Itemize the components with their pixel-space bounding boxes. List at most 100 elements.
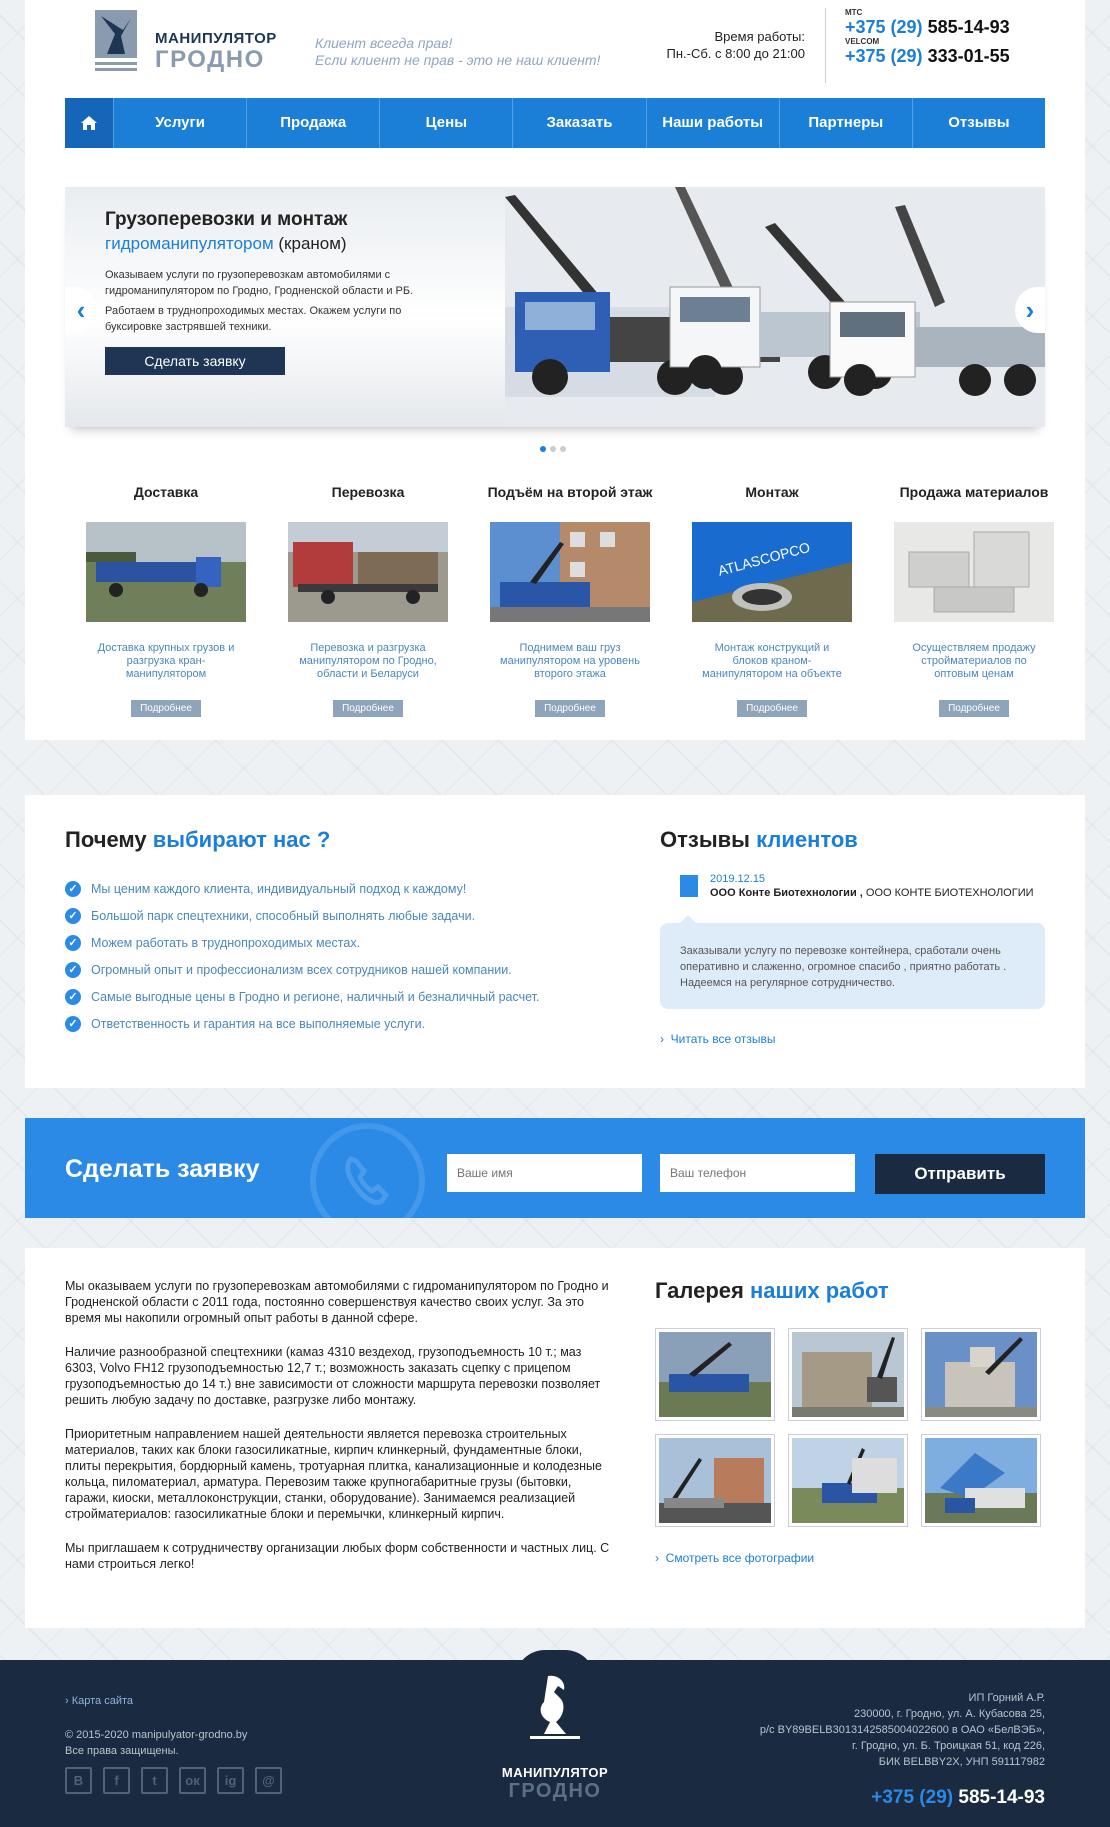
slider-dot[interactable] [550,446,556,452]
facebook-icon[interactable]: f [103,1767,130,1794]
sitemap-link-label: Карта сайта [71,1695,134,1707]
instagram-icon[interactable]: ig [217,1767,244,1794]
why-item-text: Огромный опыт и профессионализм всех сот… [91,962,512,977]
request-title: Сделать заявку [65,1155,260,1183]
review-author-rest: ООО КОНТЕ БИОТЕХНОЛОГИИ [865,887,1034,899]
gallery-photo[interactable] [921,1328,1041,1421]
why-title: Почему выбирают нас ? [65,827,330,853]
odnoklassniki-icon[interactable]: ок [179,1767,206,1794]
nav-item-order[interactable]: Заказать [512,98,645,148]
why-item-text: Можем работать в труднопроходимых местах… [91,935,361,950]
phone-input[interactable] [660,1154,855,1192]
nav-item-reviews[interactable]: Отзывы [911,98,1045,148]
name-input[interactable] [447,1154,642,1192]
service-photo-delivery[interactable] [86,522,246,622]
logo-mark-icon [95,10,137,71]
vk-icon[interactable]: В [65,1767,92,1794]
phone-velcom[interactable]: +375 (29) 333-01-55 [845,46,1010,66]
service-title: Перевозка [331,484,405,500]
nav-item-our-works[interactable]: Наши работы [645,98,779,148]
twitter-icon[interactable]: t [141,1767,168,1794]
footer-phone-code: +375 (29) [871,1787,954,1808]
about-gallery-block: Мы оказываем услуги по грузоперевозкам а… [25,1248,1085,1628]
nav-item-sales[interactable]: Продажа [246,98,379,148]
slide-order-button[interactable]: Сделать заявку [105,347,285,375]
slide-paragraph: Оказываем услуги по грузоперевозкам авто… [105,269,414,297]
document-icon [680,875,698,897]
service-card: Подъём на второй этаж Поднимем ваш груз … [469,484,671,717]
rights-line: Все права защищены. [65,1745,179,1757]
service-card: Перевозка Перевозка и разгрузка манипуля… [267,484,469,717]
service-title: Доставка [133,484,199,500]
service-desc: Осуществляем продажу стройматериалов по … [912,642,1036,680]
nav-item-prices[interactable]: Цены [379,98,512,148]
nav-home[interactable] [65,98,113,148]
logo[interactable]: МАНИПУЛЯТОР ГРОДНО [95,10,276,75]
request-form: Сделать заявку Отправить [25,1118,1085,1218]
all-photos-link[interactable]: › Смотреть все фотографии [655,1551,814,1565]
phone-mts[interactable]: +375 (29) 585-14-93 [845,17,1010,37]
service-more-button[interactable]: Подробнее [131,700,201,717]
service-title: Продажа материалов [899,484,1049,500]
footer-logo-line1: МАНИПУЛЯТОР [501,1765,609,1780]
service-photo-transport[interactable] [288,522,448,622]
about-paragraph: Мы приглашаем к сотрудничеству организац… [65,1541,610,1571]
slide-paragraph: Работаем в труднопроходимых местах. Окаж… [105,305,402,333]
why-item: ✓ Можем работать в труднопроходимых места… [65,929,539,956]
company-info-line: г. Гродно, ул. Б. Троицкая 51, код 226, [852,1740,1045,1752]
service-more-button[interactable]: Подробнее [535,700,605,717]
all-reviews-link[interactable]: › Читать все отзывы [660,1032,776,1046]
sitemap-link[interactable]: › Карта сайта [65,1695,133,1707]
gallery-photo[interactable] [788,1328,908,1421]
services-row: Доставка Доставка крупных грузов и разгр… [65,484,1075,717]
service-card: Доставка Доставка крупных грузов и разгр… [65,484,267,717]
service-card: Монтаж ATLASCOPCO Монтаж конструкций и б… [671,484,873,717]
review-author: ООО Конте Биотехнологии , ООО КОНТЕ БИОТ… [710,887,1034,899]
gallery-grid [655,1328,1041,1527]
header-block: МАНИПУЛЯТОР ГРОДНО Клиент всегда прав! Е… [25,0,1085,740]
gallery-photo[interactable] [921,1434,1041,1527]
service-more-button[interactable]: Подробнее [737,700,807,717]
footer: › Карта сайта © 2015-2020 manipulyator-g… [0,1650,1110,1827]
submit-button[interactable]: Отправить [875,1154,1045,1194]
gallery-photo[interactable] [788,1434,908,1527]
why-item: ✓ Мы ценим каждого клиента, индивидуальны… [65,875,539,902]
service-more-button[interactable]: Подробнее [333,700,403,717]
service-title: Подъём на второй этаж [487,484,653,500]
service-desc: Поднимем ваш груз манипулятором на урове… [500,642,640,680]
why-item-text: Ответственность и гарантия на все выполн… [91,1016,426,1031]
service-photo-installation[interactable]: ATLASCOPCO [692,522,852,622]
gallery-photo[interactable] [655,1434,775,1527]
hero-slider: Грузоперевозки и монтаж гидроманипулятор… [65,187,1045,427]
slider-dot[interactable] [560,446,566,452]
chevron-right-icon: › [655,1551,659,1565]
reviews-title-blue: клиентов [756,827,858,852]
service-more-button[interactable]: Подробнее [939,700,1009,717]
logo-line2: ГРОДНО [155,46,265,73]
nav-item-services[interactable]: Услуги [113,98,246,148]
service-photo-lifting[interactable] [490,522,650,622]
footer-phone[interactable]: +375 (29) 585-14-93 [871,1787,1045,1809]
slide-title: Грузоперевозки и монтаж [105,209,348,230]
why-item-text: Самые выгодные цены в Гродно и регионе, … [91,989,540,1004]
check-icon: ✓ [65,934,81,951]
phone-number: 585-14-93 [927,17,1010,37]
reviews-title: Отзывы клиентов [660,827,858,853]
header-phones: МТС +375 (29) 585-14-93 VELCOM +375 (29)… [825,8,1010,83]
nav-item-partners[interactable]: Партнеры [778,98,912,148]
email-icon[interactable]: @ [255,1767,282,1794]
phone-icon [310,1123,425,1218]
slider-dot[interactable] [540,446,546,452]
service-card: Продажа материалов Осуществляем продажу … [873,484,1075,717]
home-icon [81,116,97,130]
why-item: ✓ Большой парк спецтехники, способный вып… [65,902,539,929]
slogan-line2: Если клиент не прав - это не наш клиент! [315,52,601,68]
service-desc: Монтаж конструкций и блоков краном-манип… [702,642,842,680]
phone-operator-mts: МТС [845,8,863,17]
worktime-hours: Пн.-Сб. с 8:00 до 21:00 [666,46,805,61]
social-links: В f t ок ig @ [65,1767,282,1794]
gallery-photo[interactable] [655,1328,775,1421]
gallery-title-blue: наших работ [749,1278,889,1303]
crane-trucks-image [505,187,1045,427]
service-photo-materials[interactable] [894,522,1054,622]
